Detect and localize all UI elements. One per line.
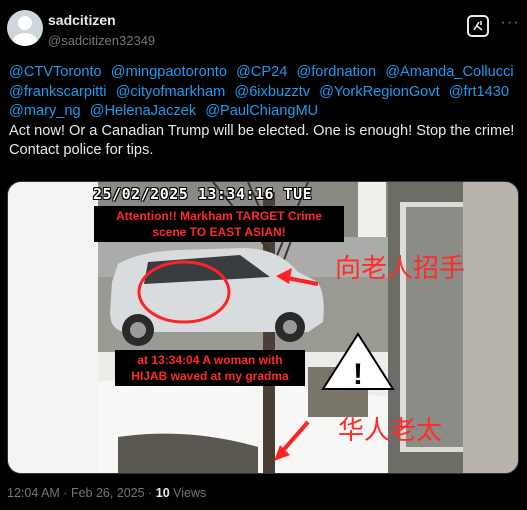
author-display-name[interactable]: sadcitizen [48, 12, 116, 28]
mention-link[interactable]: @PaulChiangMU [205, 103, 318, 119]
mention-link[interactable]: @fordnation [296, 64, 376, 80]
mention-link[interactable]: @mingpaotoronto [111, 64, 227, 80]
grok-icon[interactable] [467, 15, 489, 37]
grok-glyph [473, 21, 483, 31]
tweet-footer: 12:04 AM · Feb 26, 2025 · 10 Views [7, 486, 206, 500]
mention-link[interactable]: @frt1430 [449, 84, 509, 100]
more-icon[interactable]: ··· [500, 13, 520, 33]
author-handle[interactable]: @sadcitizen32349 [48, 33, 155, 48]
post-date[interactable]: Feb 26, 2025 [71, 486, 145, 500]
mention-link[interactable]: @YorkRegionGovt [319, 84, 440, 100]
avatar-shoulders [12, 33, 38, 46]
post-time[interactable]: 12:04 AM [7, 486, 60, 500]
mention-link[interactable]: @HelenaJaczek [90, 103, 196, 119]
caption-bottom: at 13:34:04 A woman with HIJAB waved at … [115, 350, 305, 386]
mention-link[interactable]: @mary_ng [9, 103, 81, 119]
svg-text:!: ! [353, 358, 363, 391]
avatar[interactable] [7, 10, 43, 46]
tweet-media-image[interactable]: ! 25/02/2025 13:34:16 TUE Attention!! Ma… [7, 181, 519, 474]
mention-link[interactable]: @cityofmarkham [116, 84, 226, 100]
cctv-timestamp: 25/02/2025 13:34:16 TUE [93, 185, 313, 203]
annotation-grandma: 华人老太 [338, 416, 443, 446]
annotation-wave: 向老人招手 [335, 254, 466, 284]
mention-link[interactable]: @frankscarpitti [9, 84, 107, 100]
views-label: Views [173, 486, 207, 500]
separator: · [148, 486, 153, 500]
mention-list: @CTVToronto @mingpaotoronto @CP24 @fordn… [9, 63, 521, 122]
mention-link[interactable]: @6ixbuzztv [234, 84, 310, 100]
tweet-body: Act now! Or a Canadian Trump will be ele… [9, 122, 515, 159]
avatar-head [18, 16, 32, 30]
separator: · [63, 486, 68, 500]
mention-link[interactable]: @CTVToronto [9, 64, 102, 80]
caption-top: Attention!! Markham TARGET Crime scene T… [94, 206, 344, 242]
mention-link[interactable]: @CP24 [236, 64, 287, 80]
mention-link[interactable]: @Amanda_Collucci [385, 64, 513, 80]
views-count: 10 [155, 486, 170, 500]
tweet-text: @CTVToronto @mingpaotoronto @CP24 @fordn… [9, 63, 521, 161]
